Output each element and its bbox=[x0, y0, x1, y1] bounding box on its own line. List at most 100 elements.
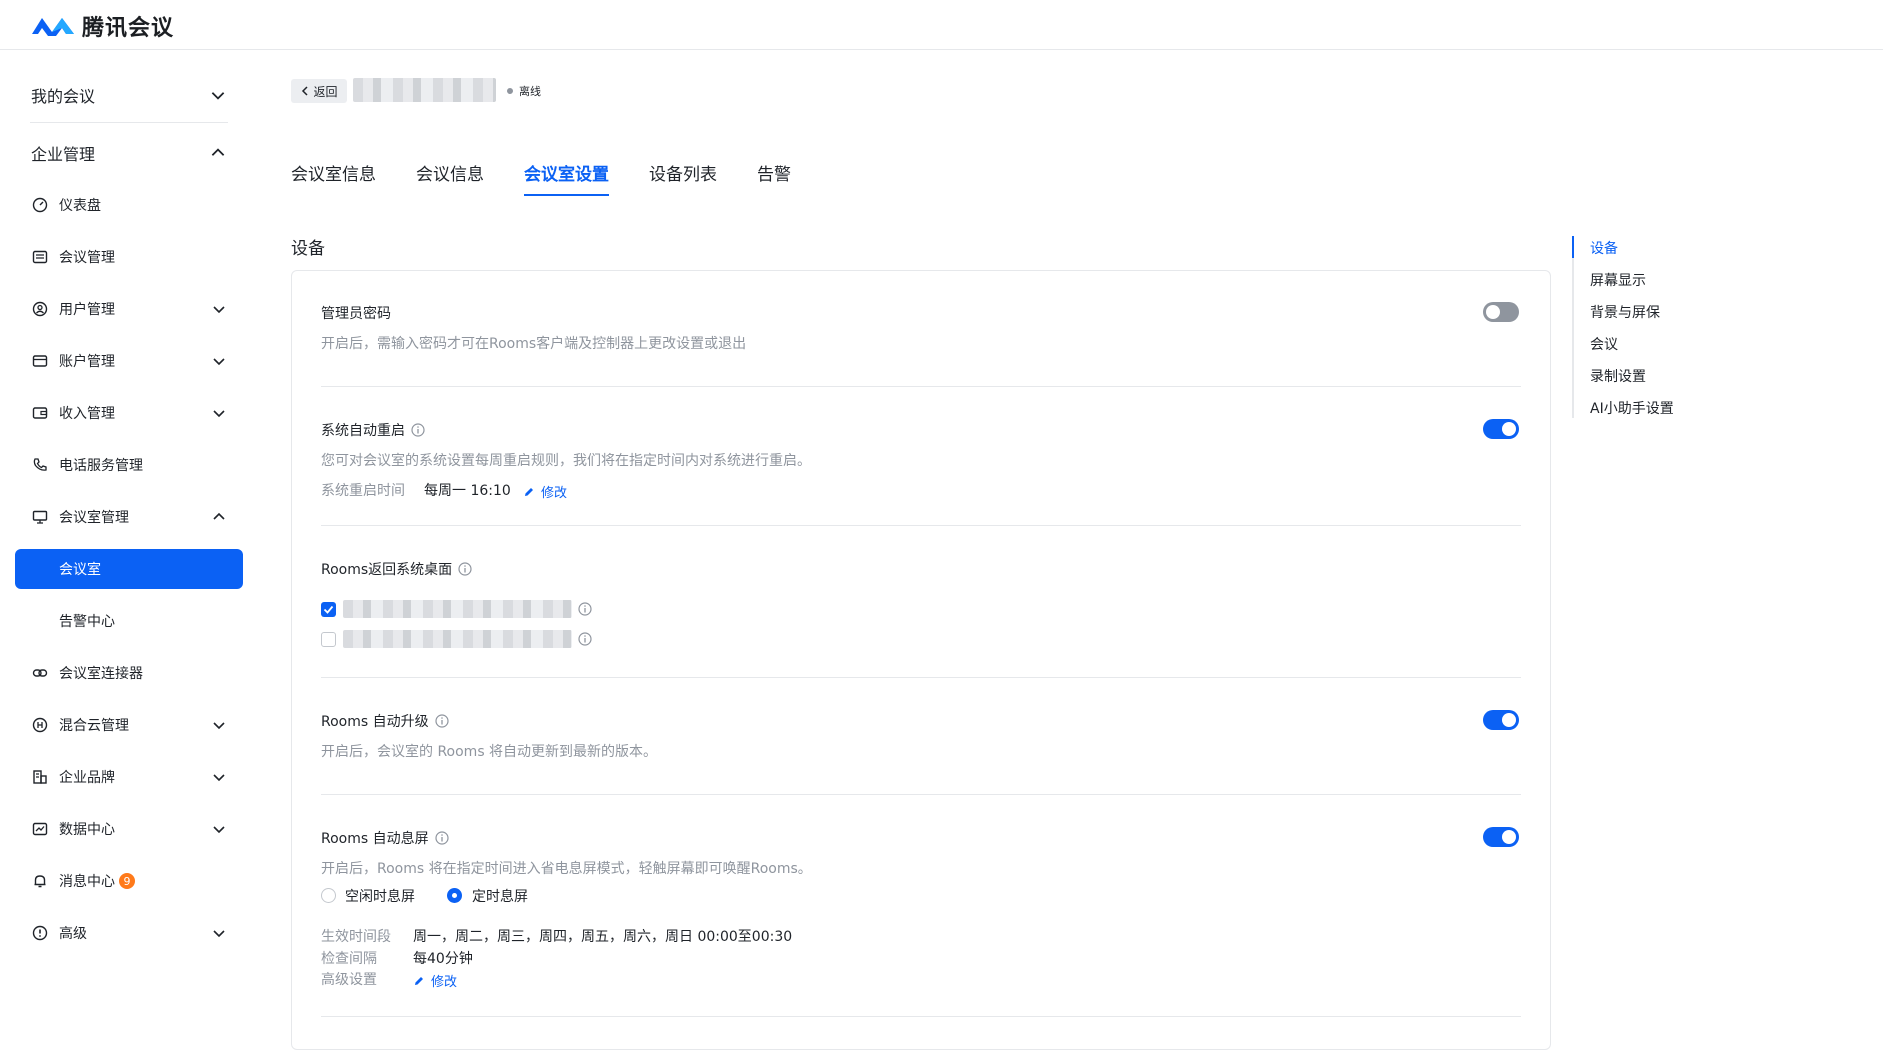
divider bbox=[321, 1016, 1521, 1017]
auto-restart-desc: 您可对会议室的系统设置每周重启规则，我们将在指定时间内对系统进行重启。 bbox=[321, 453, 811, 469]
sidebar-item-meeting-room[interactable]: 会议室 bbox=[15, 549, 243, 589]
effective-period-value: 周一，周二，周三，周四，周五，周六，周日 00:00至00:30 bbox=[413, 929, 793, 945]
tab-bar: 会议室信息 会议信息 会议室设置 设备列表 告警 bbox=[291, 160, 831, 196]
anchor-nav-indicator bbox=[1572, 236, 1574, 258]
chevron-down-icon bbox=[213, 930, 225, 938]
top-bar: 腾讯会议 bbox=[0, 0, 1883, 50]
check-interval-label: 检查间隔 bbox=[321, 951, 377, 967]
idle-sleep-label[interactable]: 空闲时息屏 bbox=[345, 886, 415, 906]
app-logo[interactable]: 腾讯会议 bbox=[30, 10, 174, 42]
auto-sleep-toggle[interactable] bbox=[1483, 827, 1519, 847]
sidebar-item-meeting-management[interactable]: 会议管理 bbox=[15, 237, 243, 277]
phone-icon bbox=[31, 456, 49, 474]
tab-room-settings[interactable]: 会议室设置 bbox=[524, 160, 609, 196]
sidebar-item-message-center[interactable]: 消息中心 9 bbox=[15, 861, 243, 901]
advanced-settings-edit-link[interactable]: 修改 bbox=[413, 971, 457, 990]
chevron-down-icon bbox=[213, 306, 225, 314]
sidebar-item-account-management[interactable]: 账户管理 bbox=[15, 341, 243, 381]
sidebar-item-hybrid-cloud[interactable]: 混合云管理 bbox=[15, 705, 243, 745]
chevron-down-icon bbox=[213, 410, 225, 418]
sidebar-item-enterprise-management[interactable]: 企业管理 bbox=[15, 133, 243, 173]
admin-password-title: 管理员密码 bbox=[321, 306, 391, 322]
idle-sleep-radio[interactable] bbox=[321, 888, 336, 903]
meeting-list-icon bbox=[31, 248, 49, 266]
tencent-meeting-logo-icon bbox=[32, 18, 74, 36]
timed-sleep-radio[interactable] bbox=[447, 888, 462, 903]
card-icon bbox=[31, 352, 49, 370]
advanced-icon bbox=[31, 924, 49, 942]
advanced-settings-label: 高级设置 bbox=[321, 972, 377, 988]
info-icon[interactable] bbox=[458, 562, 472, 576]
section-title: 设备 bbox=[291, 239, 325, 259]
anchor-ai-assistant-settings[interactable]: AI小助手设置 bbox=[1590, 398, 1674, 418]
timed-sleep-label[interactable]: 定时息屏 bbox=[472, 886, 528, 906]
restart-time-label: 系统重启时间 bbox=[321, 483, 405, 499]
user-icon bbox=[31, 300, 49, 318]
chevron-down-icon bbox=[213, 826, 225, 834]
tab-room-info[interactable]: 会议室信息 bbox=[291, 160, 376, 196]
divider bbox=[321, 794, 1521, 795]
admin-password-toggle[interactable] bbox=[1483, 302, 1519, 322]
chevron-up-icon bbox=[213, 512, 225, 520]
auto-upgrade-toggle[interactable] bbox=[1483, 710, 1519, 730]
app-title: 腾讯会议 bbox=[82, 16, 175, 41]
return-desktop-option-1-checkbox[interactable] bbox=[321, 602, 336, 617]
chevron-down-icon bbox=[213, 358, 225, 366]
tab-alerts[interactable]: 告警 bbox=[757, 160, 791, 196]
auto-upgrade-title: Rooms 自动升级 bbox=[321, 711, 449, 731]
divider bbox=[321, 386, 1521, 387]
sidebar-item-dashboard[interactable]: 仪表盘 bbox=[15, 185, 243, 225]
anchor-screen-display[interactable]: 屏幕显示 bbox=[1590, 270, 1646, 290]
sidebar-item-room-connector[interactable]: 会议室连接器 bbox=[15, 653, 243, 693]
monitor-icon bbox=[31, 508, 49, 526]
sidebar-item-phone-service[interactable]: 电话服务管理 bbox=[15, 445, 243, 485]
sidebar-divider bbox=[30, 122, 228, 123]
sidebar-item-data-center[interactable]: 数据中心 bbox=[15, 809, 243, 849]
anchor-device[interactable]: 设备 bbox=[1590, 238, 1618, 258]
pencil-icon bbox=[525, 487, 533, 496]
return-desktop-option-1-redacted bbox=[343, 600, 572, 618]
restart-time-edit-link[interactable]: 修改 bbox=[523, 482, 567, 501]
chevron-left-icon bbox=[302, 86, 309, 96]
cloud-icon bbox=[31, 716, 49, 734]
info-icon[interactable] bbox=[411, 423, 425, 437]
page-header bbox=[258, 51, 1883, 127]
chevron-down-icon bbox=[211, 92, 225, 100]
return-desktop-option-2-checkbox[interactable] bbox=[321, 632, 336, 647]
divider bbox=[321, 525, 1521, 526]
sidebar-item-my-meetings[interactable]: 我的会议 bbox=[15, 75, 243, 115]
anchor-recording-settings[interactable]: 录制设置 bbox=[1590, 366, 1646, 386]
sidebar-item-enterprise-brand[interactable]: 企业品牌 bbox=[15, 757, 243, 797]
info-icon[interactable] bbox=[435, 831, 449, 845]
sidebar-item-room-management[interactable]: 会议室管理 bbox=[15, 497, 243, 537]
anchor-meeting[interactable]: 会议 bbox=[1590, 334, 1618, 354]
pencil-icon bbox=[415, 976, 423, 985]
room-status: 离线 bbox=[507, 83, 541, 99]
info-icon[interactable] bbox=[435, 714, 449, 728]
info-icon[interactable] bbox=[578, 632, 592, 646]
chevron-up-icon bbox=[211, 148, 225, 156]
chart-icon bbox=[31, 820, 49, 838]
unread-badge: 9 bbox=[119, 873, 135, 889]
admin-password-desc: 开启后，需输入密码才可在Rooms客户端及控制器上更改设置或退出 bbox=[321, 336, 747, 352]
sidebar-item-advanced[interactable]: 高级 bbox=[15, 913, 243, 953]
status-dot bbox=[507, 88, 513, 94]
auto-restart-toggle[interactable] bbox=[1483, 419, 1519, 439]
chevron-down-icon bbox=[213, 722, 225, 730]
tab-device-list[interactable]: 设备列表 bbox=[649, 160, 717, 196]
anchor-background-screensaver[interactable]: 背景与屏保 bbox=[1590, 302, 1660, 322]
bell-icon bbox=[31, 872, 49, 890]
back-button[interactable]: 返回 bbox=[291, 79, 347, 103]
dashboard-icon bbox=[31, 196, 49, 214]
check-interval-value: 每40分钟 bbox=[413, 951, 473, 967]
effective-period-label: 生效时间段 bbox=[321, 929, 391, 945]
tab-meeting-info[interactable]: 会议信息 bbox=[416, 160, 484, 196]
info-icon[interactable] bbox=[578, 602, 592, 616]
chevron-down-icon bbox=[213, 774, 225, 782]
auto-sleep-desc: 开启后，Rooms 将在指定时间进入省电息屏模式，轻触屏幕即可唤醒Rooms。 bbox=[321, 861, 812, 877]
restart-time-value: 每周一 16:10 bbox=[424, 483, 511, 499]
sidebar-item-revenue-management[interactable]: 收入管理 bbox=[15, 393, 243, 433]
sidebar-item-alert-center[interactable]: 告警中心 bbox=[15, 601, 243, 641]
sidebar-item-user-management[interactable]: 用户管理 bbox=[15, 289, 243, 329]
link-icon bbox=[31, 664, 49, 682]
